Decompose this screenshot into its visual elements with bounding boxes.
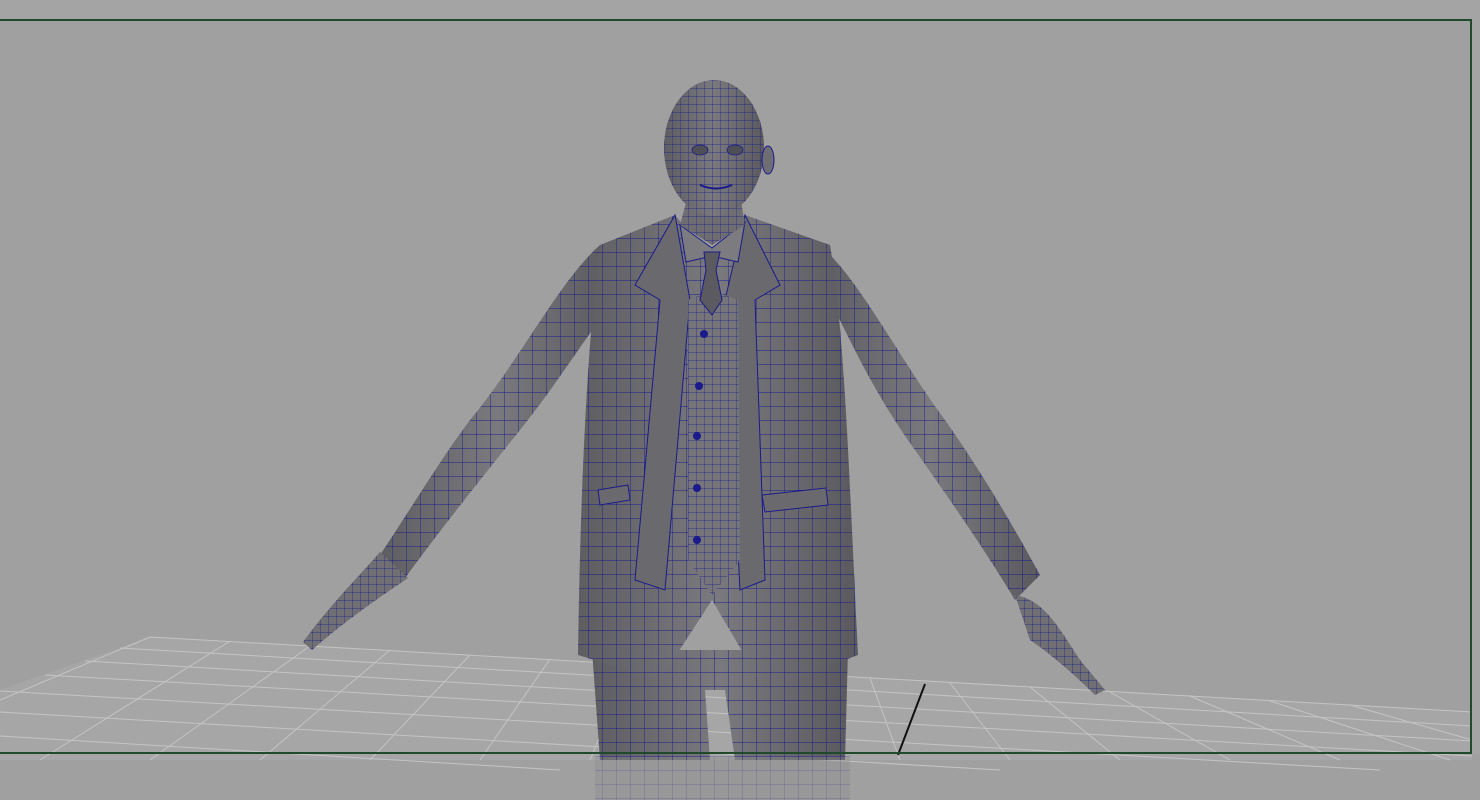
vest-button bbox=[693, 432, 701, 440]
viewport-canvas[interactable] bbox=[0, 0, 1480, 800]
head-mesh[interactable] bbox=[664, 80, 775, 216]
right-arm-mesh[interactable] bbox=[820, 245, 1105, 695]
vest-button bbox=[693, 484, 701, 492]
vest-button bbox=[700, 330, 708, 338]
viewport-right-margin bbox=[1472, 19, 1480, 754]
vest-button bbox=[693, 536, 701, 544]
vest-button bbox=[695, 382, 703, 390]
floor-reflection bbox=[595, 756, 850, 800]
vest-mesh[interactable] bbox=[688, 290, 740, 595]
left-arm-mesh[interactable] bbox=[303, 245, 615, 650]
3d-viewport[interactable] bbox=[0, 0, 1480, 800]
